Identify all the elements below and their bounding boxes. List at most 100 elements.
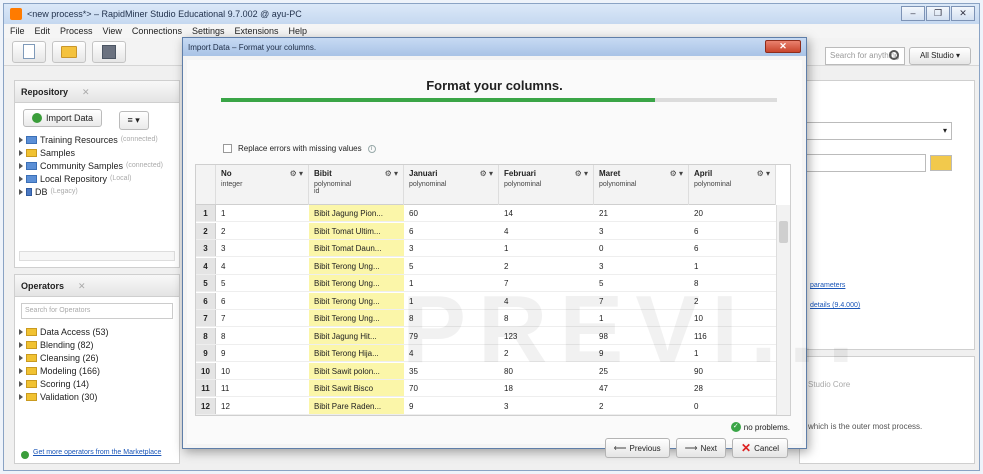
- table-cell: 8: [221, 331, 226, 341]
- scrollbar-thumb[interactable]: [779, 221, 788, 243]
- wizard-progress-bar: [221, 98, 777, 102]
- table-cell: 4: [221, 261, 226, 271]
- studio-perspective-button[interactable]: All Studio ▾: [909, 47, 971, 65]
- minimize-button[interactable]: –: [901, 6, 925, 21]
- table-cell: 4: [409, 349, 414, 358]
- column-type: polynominal: [694, 181, 732, 188]
- folder-browse-button[interactable]: [930, 155, 952, 171]
- column-header-bibit[interactable]: Bibit polynominal id ⚙ ▾: [309, 165, 404, 205]
- tree-item-note: (Legacy): [50, 188, 78, 195]
- menu-help[interactable]: Help: [289, 26, 308, 36]
- column-header-april[interactable]: April polynominal ⚙ ▾: [689, 165, 776, 205]
- cancel-button[interactable]: ✕ Cancel: [732, 438, 788, 458]
- table-cell: 11: [221, 384, 230, 393]
- column-settings-gear-icon[interactable]: ⚙ ▾: [575, 169, 588, 178]
- column-header-januari[interactable]: Januari polynominal ⚙ ▾: [404, 165, 499, 205]
- parameters-link[interactable]: parameters: [810, 282, 845, 289]
- table-cell: 12: [221, 401, 230, 411]
- folder-icon: [26, 353, 37, 362]
- column-type: polynominal: [504, 181, 542, 188]
- row-number: 7: [196, 310, 216, 326]
- menu-file[interactable]: File: [10, 26, 25, 36]
- tree-item-data-access[interactable]: Data Access (53): [15, 325, 179, 338]
- menu-extensions[interactable]: Extensions: [234, 26, 278, 36]
- table-row: 6 6 Bibit Terong Ung... 1 4 7 2: [196, 292, 776, 310]
- next-label: Next: [700, 443, 718, 453]
- details-link[interactable]: details (9.4.000): [810, 302, 860, 309]
- next-button[interactable]: ⟶ Next: [675, 438, 727, 458]
- parameter-select[interactable]: ▾: [806, 122, 952, 140]
- checkmark-icon: ✓: [730, 422, 741, 432]
- row-number: 11: [196, 380, 216, 396]
- column-settings-gear-icon[interactable]: ⚙ ▾: [670, 169, 683, 178]
- menu-connections[interactable]: Connections: [132, 26, 182, 36]
- close-window-button[interactable]: ✕: [951, 6, 975, 21]
- menu-settings[interactable]: Settings: [192, 26, 225, 36]
- menu-edit[interactable]: Edit: [35, 26, 51, 36]
- expand-arrow-icon: [19, 367, 23, 374]
- tree-item-scoring[interactable]: Scoring (14): [15, 377, 179, 390]
- parameters-panel: [799, 80, 975, 350]
- column-header-no[interactable]: No integer ⚙ ▾: [216, 165, 309, 205]
- row-number: 12: [196, 397, 216, 414]
- table-cell: 1: [504, 244, 509, 253]
- horizontal-scrollbar[interactable]: [19, 251, 175, 261]
- table-cell: 25: [599, 366, 608, 376]
- arrow-left-icon: ⟵: [613, 442, 627, 453]
- table-cell: Bibit Tomat Daun...: [309, 240, 404, 256]
- tree-item-blending[interactable]: Blending (82): [15, 338, 179, 351]
- validation-status: ✓ no problems.: [730, 422, 790, 432]
- table-cell: 6: [694, 226, 699, 236]
- tree-item-local-repository[interactable]: Local Repository (Local): [15, 172, 179, 185]
- tree-item-training-resources[interactable]: Training Resources (connected): [15, 133, 179, 146]
- folder-icon: [26, 392, 37, 401]
- close-icon[interactable]: ✕: [82, 87, 90, 97]
- close-icon[interactable]: ✕: [78, 281, 86, 291]
- table-cell: 10: [221, 366, 230, 376]
- row-number-header: [196, 165, 216, 204]
- column-header-februari[interactable]: Februari polynominal ⚙ ▾: [499, 165, 594, 205]
- info-icon[interactable]: i: [367, 144, 376, 153]
- column-settings-gear-icon[interactable]: ⚙ ▾: [480, 169, 493, 178]
- import-data-button[interactable]: Import Data: [23, 109, 103, 127]
- column-settings-gear-icon[interactable]: ⚙ ▾: [757, 169, 770, 178]
- column-type: polynominal: [599, 181, 637, 188]
- tree-item-samples[interactable]: Samples: [15, 146, 179, 159]
- open-process-button[interactable]: [52, 40, 86, 63]
- search-icon: [889, 50, 899, 60]
- replace-errors-checkbox[interactable]: [223, 144, 232, 153]
- marketplace-link[interactable]: Get more operators from the Marketplace: [21, 449, 171, 459]
- column-role: id: [314, 188, 320, 195]
- column-header-maret[interactable]: Maret polynominal ⚙ ▾: [594, 165, 689, 205]
- tree-item-db[interactable]: DB (Legacy): [15, 185, 179, 198]
- previous-button[interactable]: ⟵ Previous: [604, 438, 670, 458]
- tree-item-modeling[interactable]: Modeling (166): [15, 364, 179, 377]
- tree-item-cleansing[interactable]: Cleansing (26): [15, 351, 179, 364]
- vertical-scrollbar[interactable]: [776, 205, 790, 415]
- tree-item-validation[interactable]: Validation (30): [15, 390, 179, 403]
- table-row: 10 10 Bibit Sawit polon... 35 80 25 90: [196, 362, 776, 380]
- column-settings-gear-icon[interactable]: ⚙ ▾: [385, 169, 398, 178]
- operator-search-input[interactable]: Search for Operators: [21, 303, 173, 319]
- tree-item-label: Local Repository: [40, 173, 108, 184]
- maximize-button[interactable]: ❐: [926, 6, 950, 21]
- table-cell: 5: [599, 279, 604, 288]
- dialog-close-button[interactable]: ✕: [765, 40, 801, 53]
- column-settings-gear-icon[interactable]: ⚙ ▾: [290, 169, 303, 178]
- operators-tab[interactable]: Operators ✕: [15, 275, 179, 297]
- menu-process[interactable]: Process: [60, 26, 93, 36]
- new-process-button[interactable]: [12, 40, 46, 63]
- save-process-button[interactable]: [92, 40, 126, 63]
- table-cell: 7: [599, 296, 604, 306]
- help-panel: [799, 356, 975, 464]
- table-cell: 3: [504, 401, 509, 411]
- repository-tab[interactable]: Repository ✕: [15, 81, 179, 103]
- menu-view[interactable]: View: [103, 26, 122, 36]
- repository-menu-button[interactable]: ≡ ▾: [118, 111, 149, 130]
- column-type: polynominal: [314, 181, 352, 188]
- tree-item-community-samples[interactable]: Community Samples (connected): [15, 159, 179, 172]
- table-cell: 21: [599, 209, 608, 218]
- parameter-input[interactable]: [806, 154, 926, 172]
- table-cell: 2: [504, 261, 509, 271]
- arrow-right-icon: ⟶: [684, 442, 698, 453]
